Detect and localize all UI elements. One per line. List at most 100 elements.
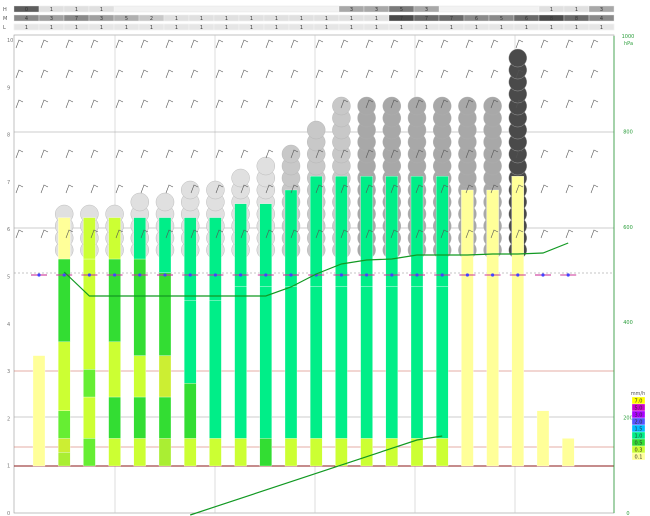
cloud-cell-value: 1: [325, 25, 328, 31]
precip-segment: [108, 217, 121, 260]
cloud-row-label: M: [3, 16, 7, 22]
cloud-cell-value: 1: [100, 25, 103, 31]
cloud-disc: [256, 156, 275, 176]
precip-segment: [335, 286, 348, 439]
freezing-level-dot: [163, 273, 167, 277]
cloud-cell-value: 8: [550, 16, 553, 22]
cloud-cell-value: 1: [150, 25, 153, 31]
precip-segment: [83, 438, 96, 467]
meteogram-chart: H 0 1 1 1 3 3 5 3 1 1 3 M 4 3 7 3 5 2 1 1 1 1 1 1 1 1 1 7 7 7 6 5 6 8 8 4 L 1 1…: [3, 5, 646, 516]
precip-segment: [385, 176, 398, 287]
cloud-cell-value: 3: [375, 7, 378, 13]
left-level-label: 9: [7, 85, 10, 91]
precip-segment: [259, 286, 272, 439]
cloud-cell-value: 1: [75, 7, 78, 13]
legend-label: 1.5: [635, 427, 643, 433]
pressure-axis-label: 200: [623, 416, 633, 422]
left-level-label: 0: [7, 511, 10, 516]
precip-segment: [108, 258, 121, 342]
cloud-cell-value: 1: [125, 25, 128, 31]
freezing-level-dot: [440, 273, 444, 277]
precip-segment: [436, 286, 449, 439]
cloud-cell-value: 1: [25, 25, 28, 31]
cloud-cell-value: 1: [350, 16, 353, 22]
cloud-disc: [332, 96, 351, 116]
precip-segment: [360, 438, 373, 467]
precip-segment: [410, 286, 424, 439]
freezing-level-dot: [566, 273, 570, 277]
precip-segment: [284, 189, 298, 287]
cloud-cell-value: 3: [100, 16, 103, 22]
precip-segment: [158, 217, 172, 273]
cloud-cell-value: 3: [50, 16, 53, 22]
legend-label: 3.0: [635, 413, 643, 419]
cloud-cell-value: 2: [150, 16, 153, 22]
cloud-cell-value: 1: [200, 25, 203, 31]
pressure-axis-label: 600: [623, 225, 633, 231]
cloud-disc: [458, 96, 477, 116]
cloud-cell-value: 5: [125, 16, 128, 22]
left-level-label: 6: [7, 227, 10, 233]
pressure-axis-label: 1000: [622, 34, 635, 40]
cloud-disc: [433, 96, 452, 116]
legend: mm/h 7.05.03.02.01.51.00.50.30.1: [631, 391, 646, 461]
precip-segment: [158, 396, 172, 439]
precip-segment: [259, 438, 272, 467]
precip-segment: [133, 438, 146, 467]
cloud-disc: [231, 168, 250, 188]
cloud-disc: [483, 96, 502, 116]
precip-segment: [108, 396, 121, 439]
freezing-level-dot: [541, 273, 545, 277]
legend-label: 0.1: [635, 455, 643, 461]
cloud-cell-value: 1: [50, 25, 53, 31]
cloud-row-label: L: [3, 25, 6, 31]
freezing-level-dot: [87, 273, 91, 277]
legend-label: 5.0: [635, 406, 643, 412]
cloud-cell-value: 1: [275, 25, 278, 31]
precip-segment: [184, 383, 197, 439]
cloud-cell-value: 1: [225, 16, 228, 22]
cloud-cell-value: 1: [425, 25, 428, 31]
left-level-label: 10: [7, 38, 13, 44]
precip-segment: [284, 438, 298, 467]
cloud-cell-value: 7: [75, 16, 78, 22]
cloud-cell-value: 1: [325, 16, 328, 22]
cloud-cell-value: 1: [300, 16, 303, 22]
legend-label: 1.0: [635, 434, 643, 440]
cloud-cell-value: 1: [75, 25, 78, 31]
precip-segment: [184, 300, 197, 384]
cloud-cell-value: 7: [450, 16, 453, 22]
precip-segment: [310, 438, 323, 467]
cloud-cell-value: 1: [600, 25, 603, 31]
cloud-cell-value: 1: [550, 25, 553, 31]
precip-segment: [536, 410, 550, 467]
freezing-level-dot: [365, 273, 369, 277]
cloud-cell-value: 3: [350, 7, 353, 13]
legend-label: 2.0: [635, 420, 643, 426]
cloud-cell-value: 7: [400, 16, 403, 22]
precip-segment: [58, 341, 71, 411]
precip-segment: [58, 258, 71, 342]
cloud-cell-value: 5: [400, 7, 403, 13]
cloud-cell-value: 1: [450, 25, 453, 31]
cloud-cell-value: 1: [475, 25, 478, 31]
precip-segment: [385, 438, 398, 467]
precip-segment: [58, 438, 71, 453]
cloud-cell-value: 6: [475, 16, 478, 22]
freezing-level-dot: [264, 273, 268, 277]
cloud-cell-value: 1: [100, 7, 103, 13]
precip-segment: [133, 396, 146, 439]
left-level-label: 1: [7, 464, 10, 470]
cloud-cell-value: 3: [600, 7, 603, 13]
precip-segment: [108, 438, 121, 467]
cloud-cell-value: 1: [400, 25, 403, 31]
cloud-cell-value: 1: [175, 16, 178, 22]
precip-segment: [310, 286, 323, 439]
cloud-disc: [307, 120, 326, 140]
precip-segment: [209, 300, 222, 439]
cloud-disc: [180, 180, 200, 200]
freezing-level-dot: [138, 273, 142, 277]
precip-segment: [32, 355, 46, 467]
cloud-cell-value: 4: [600, 16, 603, 22]
precip-segment: [83, 369, 96, 398]
